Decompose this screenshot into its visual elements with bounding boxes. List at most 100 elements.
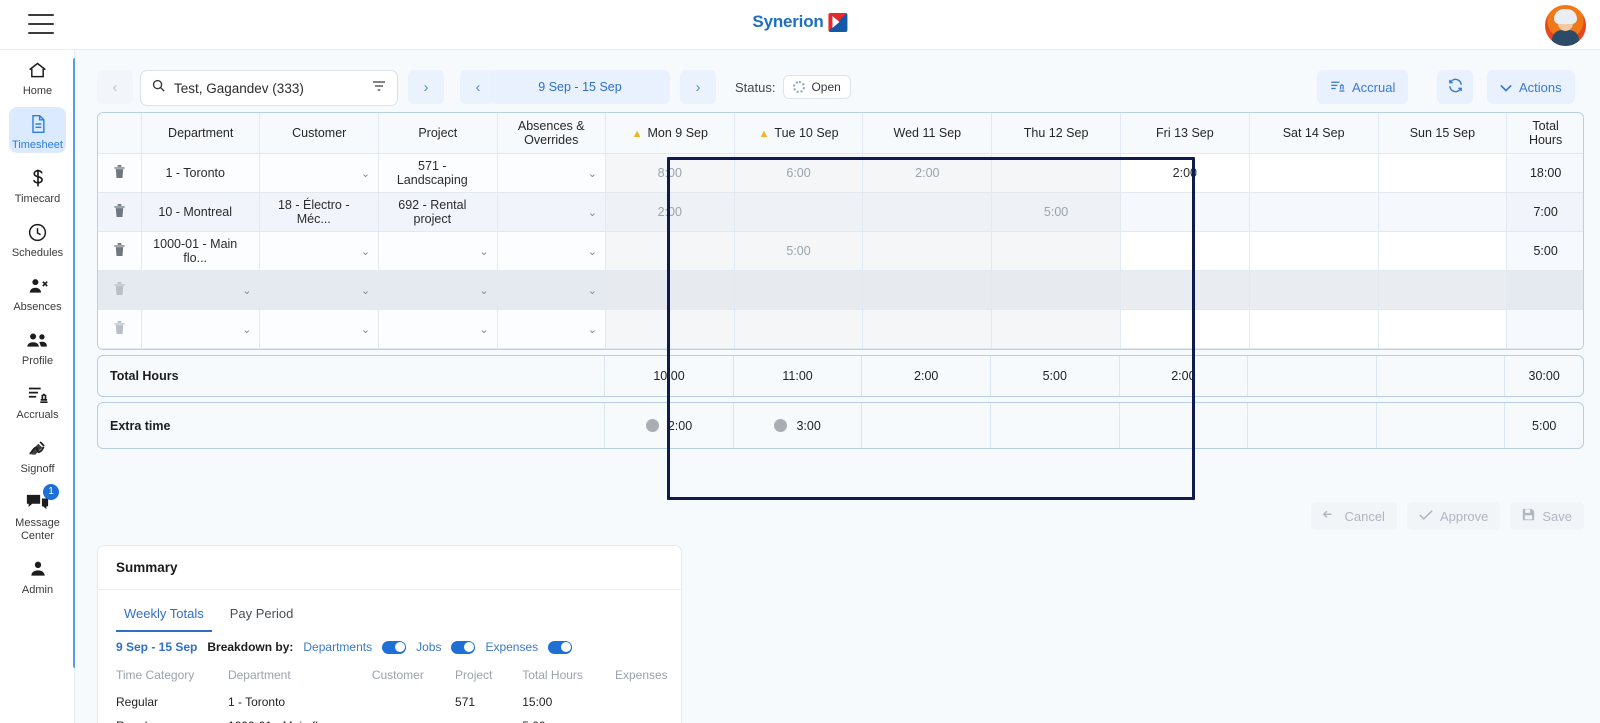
cell-customer[interactable]: ⌄ xyxy=(260,232,380,271)
chevron-down-icon[interactable]: ⌄ xyxy=(588,167,597,180)
cell-hours-fri[interactable] xyxy=(1120,310,1250,349)
cell-absences[interactable]: ⌄ xyxy=(497,232,606,271)
table-row[interactable]: 1 - Toronto ⌄ 571 - Landscaping ⌄ 8:00 6:00 2:… xyxy=(98,154,1583,193)
column-header-sun[interactable]: Sun 15 Sep xyxy=(1378,113,1508,154)
table-row[interactable]: ⌄ ⌄ ⌄ ⌄ xyxy=(98,271,1583,310)
cell-hours-mon[interactable] xyxy=(605,271,735,310)
delete-row-button[interactable] xyxy=(98,193,142,232)
cell-hours-tue[interactable]: 6:00 xyxy=(734,154,864,193)
cell-hours-tue[interactable]: 5:00 xyxy=(734,232,864,271)
chevron-down-icon[interactable]: ⌄ xyxy=(479,245,488,258)
column-header-fri[interactable]: Fri 13 Sep xyxy=(1120,113,1250,154)
column-header-del[interactable] xyxy=(98,113,142,154)
trash-icon[interactable] xyxy=(113,204,126,221)
cell-hours-sat[interactable] xyxy=(1249,193,1379,232)
summary-tab-weekly-totals[interactable]: Weekly Totals xyxy=(116,600,212,632)
accrual-button[interactable]: Accrual xyxy=(1317,70,1409,104)
extra-time-thu[interactable] xyxy=(991,403,1120,448)
cell-project[interactable]: 571 - Landscaping xyxy=(379,154,498,193)
toggle-jobs[interactable] xyxy=(451,640,476,654)
cell-hours-sat[interactable] xyxy=(1249,271,1379,310)
cancel-button[interactable]: Cancel xyxy=(1311,502,1397,530)
cell-hours-tue[interactable] xyxy=(734,271,864,310)
sidebar-item-admin[interactable]: Admin xyxy=(0,549,74,603)
chevron-down-icon[interactable]: ⌄ xyxy=(361,284,370,297)
next-period-button[interactable]: › xyxy=(680,70,716,104)
cell-hours-mon[interactable] xyxy=(605,232,735,271)
cell-hours-thu[interactable] xyxy=(992,154,1121,193)
sidebar-item-timesheet[interactable]: Timesheet xyxy=(0,104,74,158)
cell-hours-fri[interactable]: 2:00 xyxy=(1120,154,1250,193)
cell-hours-sun[interactable] xyxy=(1378,310,1508,349)
sidebar-item-signoff[interactable]: Signoff xyxy=(0,428,74,482)
sidebar-item-home[interactable]: Home xyxy=(0,50,74,104)
chevron-down-icon[interactable]: ⌄ xyxy=(242,284,251,297)
menu-hamburger-icon[interactable] xyxy=(28,14,54,34)
cell-hours-sat[interactable] xyxy=(1249,154,1379,193)
sidebar-item-message-center[interactable]: 1 Message Center xyxy=(0,482,74,549)
cell-hours-wed[interactable] xyxy=(863,310,993,349)
sidebar-item-accruals[interactable]: Accruals xyxy=(0,374,74,428)
avatar[interactable] xyxy=(1545,5,1586,46)
cell-department[interactable]: 1000-01 - Main flo... xyxy=(141,232,261,271)
delete-row-button[interactable] xyxy=(98,271,142,310)
cell-hours-fri[interactable] xyxy=(1120,193,1250,232)
trash-icon[interactable] xyxy=(113,165,126,182)
approve-button[interactable]: Approve xyxy=(1406,502,1501,530)
chevron-down-icon[interactable]: ⌄ xyxy=(588,206,597,219)
cell-project[interactable]: ⌄ xyxy=(379,310,498,349)
column-header-total[interactable]: Total Hours xyxy=(1507,113,1583,154)
chevron-down-icon[interactable]: ⌄ xyxy=(479,284,488,297)
extra-time-sat[interactable] xyxy=(1248,403,1377,448)
cell-department[interactable]: 1 - Toronto xyxy=(141,154,261,193)
chevron-down-icon[interactable]: ⌄ xyxy=(588,323,597,336)
cell-hours-sun[interactable] xyxy=(1378,271,1508,310)
chevron-down-icon[interactable]: ⌄ xyxy=(588,245,597,258)
cell-hours-fri[interactable] xyxy=(1120,232,1250,271)
chevron-down-icon[interactable]: ⌄ xyxy=(361,245,370,258)
cell-hours-sat[interactable] xyxy=(1249,310,1379,349)
cell-customer[interactable]: ⌄ xyxy=(260,154,380,193)
cell-hours-sun[interactable] xyxy=(1378,232,1508,271)
cell-hours-thu[interactable]: 5:00 xyxy=(992,193,1121,232)
cell-absences[interactable]: ⌄ xyxy=(497,193,606,232)
toggle-departments[interactable] xyxy=(382,640,407,654)
extra-time-wed[interactable] xyxy=(862,403,991,448)
extra-time-mon[interactable]: 2:00 xyxy=(605,403,734,448)
cell-hours-wed[interactable]: 2:00 xyxy=(863,154,993,193)
table-row[interactable]: ⌄ ⌄ ⌄ ⌄ xyxy=(98,310,1583,349)
summary-tab-pay-period[interactable]: Pay Period xyxy=(222,600,302,632)
toggle-expenses[interactable] xyxy=(548,640,573,654)
chevron-down-icon[interactable]: ⌄ xyxy=(242,323,251,336)
cell-hours-sun[interactable] xyxy=(1378,193,1508,232)
next-employee-button[interactable]: › xyxy=(408,70,444,104)
column-header-wed[interactable]: Wed 11 Sep xyxy=(863,113,993,154)
chevron-down-icon[interactable]: ⌄ xyxy=(361,323,370,336)
cell-customer[interactable]: ⌄ xyxy=(260,271,380,310)
cell-hours-mon[interactable]: 8:00 xyxy=(605,154,735,193)
table-row[interactable]: 10 - Montreal 18 - Électro - Méc... 692 - … xyxy=(98,193,1583,232)
period-range-display[interactable]: 9 Sep - 15 Sep xyxy=(490,70,670,104)
table-row[interactable]: 1000-01 - Main flo... ⌄ ⌄ ⌄ 5:00 5:00 xyxy=(98,232,1583,271)
employee-search-input[interactable]: Test, Gagandev (333) xyxy=(140,70,398,106)
trash-icon[interactable] xyxy=(113,282,126,299)
cell-hours-mon[interactable]: 2:00 xyxy=(605,193,735,232)
actions-button[interactable]: Actions xyxy=(1487,70,1575,104)
cell-project[interactable]: ⌄ xyxy=(379,271,498,310)
column-header-sat[interactable]: Sat 14 Sep xyxy=(1249,113,1379,154)
cell-project[interactable]: ⌄ xyxy=(379,232,498,271)
cell-hours-fri[interactable] xyxy=(1120,271,1250,310)
cell-hours-thu[interactable] xyxy=(992,271,1121,310)
cell-absences[interactable]: ⌄ xyxy=(497,154,606,193)
column-header-mon[interactable]: ▲ Mon 9 Sep xyxy=(605,113,735,154)
trash-icon[interactable] xyxy=(113,321,126,338)
extra-time-sun[interactable] xyxy=(1377,403,1506,448)
cell-customer[interactable]: ⌄ xyxy=(260,310,380,349)
cell-customer[interactable]: 18 - Électro - Méc... xyxy=(260,193,380,232)
cell-department[interactable]: ⌄ xyxy=(141,271,261,310)
extra-time-fri[interactable] xyxy=(1120,403,1249,448)
cell-hours-thu[interactable] xyxy=(992,310,1121,349)
refresh-button[interactable] xyxy=(1437,70,1473,104)
column-header-abs[interactable]: Absences & Overrides xyxy=(497,113,606,154)
delete-row-button[interactable] xyxy=(98,310,142,349)
